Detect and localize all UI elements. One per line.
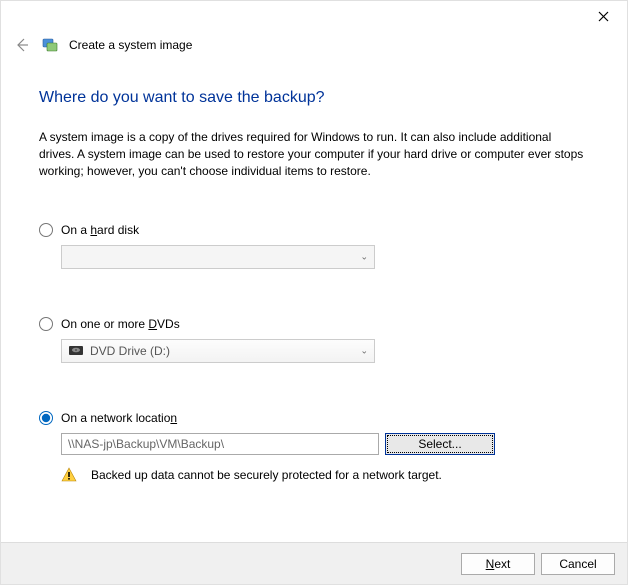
chevron-down-icon: ⌄ (360, 252, 368, 263)
radio-dvd-label: On one or more DVDs (61, 317, 180, 331)
radio-dvd-input[interactable] (39, 317, 53, 331)
hard-disk-dropdown[interactable]: ⌄ (61, 245, 375, 269)
dvd-drive-icon (68, 344, 84, 358)
cancel-button[interactable]: Cancel (541, 553, 615, 575)
system-image-icon (41, 36, 59, 54)
network-warning: Backed up data cannot be securely protec… (61, 467, 589, 483)
radio-dvd[interactable]: On one or more DVDs (39, 317, 589, 331)
radio-network-label: On a network location (61, 411, 177, 425)
main-heading: Where do you want to save the backup? (39, 89, 589, 107)
option-hard-disk: On a hard disk ⌄ (39, 223, 589, 269)
window-title: Create a system image (69, 38, 192, 52)
radio-hard-disk[interactable]: On a hard disk (39, 223, 589, 237)
next-button[interactable]: Next (461, 553, 535, 575)
option-dvd: On one or more DVDs DVD Drive (D:) ⌄ (39, 317, 589, 363)
chevron-down-icon: ⌄ (360, 346, 368, 357)
back-button[interactable] (13, 36, 31, 54)
option-network: On a network location Select... Backed u… (39, 411, 589, 483)
header-bar: Create a system image (1, 31, 627, 59)
radio-network-input[interactable] (39, 411, 53, 425)
close-button[interactable] (593, 6, 613, 26)
description-text: A system image is a copy of the drives r… (39, 129, 589, 179)
select-button[interactable]: Select... (385, 433, 495, 455)
footer-bar: Next Cancel (1, 542, 627, 584)
dvd-dropdown[interactable]: DVD Drive (D:) ⌄ (61, 339, 375, 363)
radio-network[interactable]: On a network location (39, 411, 589, 425)
dvd-dropdown-value: DVD Drive (D:) (90, 344, 170, 358)
radio-hard-disk-input[interactable] (39, 223, 53, 237)
radio-hard-disk-label: On a hard disk (61, 223, 139, 237)
warning-text: Backed up data cannot be securely protec… (91, 468, 442, 482)
close-icon (598, 11, 609, 22)
back-arrow-icon (14, 37, 30, 53)
network-path-input[interactable] (61, 433, 379, 455)
warning-icon (61, 467, 77, 483)
